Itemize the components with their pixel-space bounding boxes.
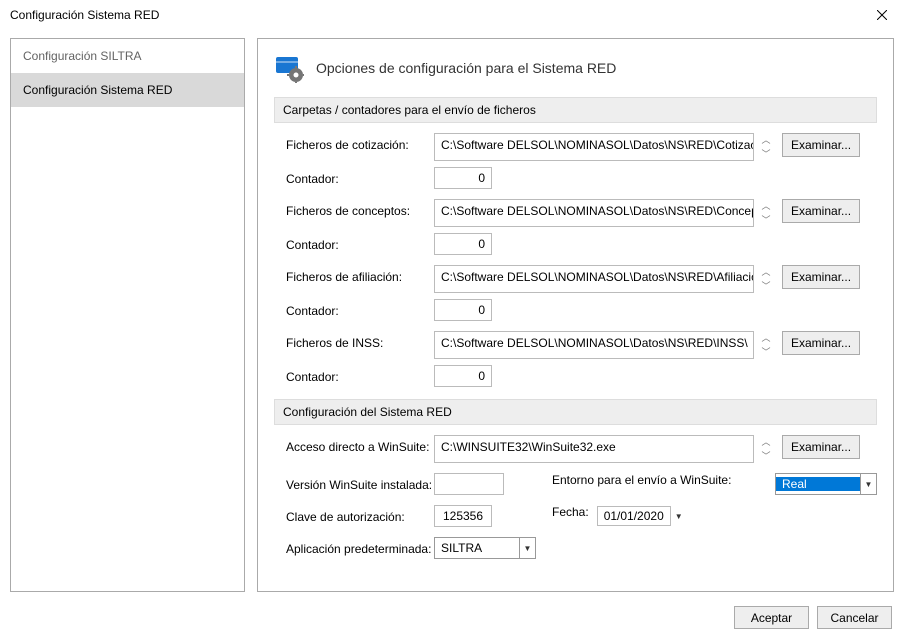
section-config: Configuración del Sistema RED <box>274 399 877 425</box>
combo-envio-value: Real <box>776 477 860 491</box>
label-app: Aplicación predeterminada: <box>274 537 434 556</box>
settings-folder-icon <box>274 53 304 83</box>
cancel-button[interactable]: Cancelar <box>817 606 892 629</box>
panel-header: Opciones de configuración para el Sistem… <box>274 53 877 97</box>
sidebar-item-label: Configuración SILTRA <box>23 49 142 63</box>
spin-up[interactable]: ︿ <box>758 133 774 147</box>
spin-up[interactable]: ︿ <box>758 435 774 449</box>
row-counter-con: Contador: <box>274 233 877 261</box>
row-version-env: Versión WinSuite instalada: Entorno para… <box>274 473 877 501</box>
section-folders: Carpetas / contadores para el envío de f… <box>274 97 877 123</box>
spinner-winsuite: ︿ ﹀ <box>758 435 774 463</box>
input-conceptos-path[interactable]: C:\Software DELSOL\NOMINASOL\Datos\NS\RE… <box>434 199 754 227</box>
dialog-footer: Aceptar Cancelar <box>0 596 904 639</box>
row-conceptos: Ficheros de conceptos: C:\Software DELSO… <box>274 199 877 227</box>
label-fecha: Fecha: <box>492 505 597 519</box>
label-winsuite: Acceso directo a WinSuite: <box>274 435 434 454</box>
sidebar-item-sistema-red[interactable]: Configuración Sistema RED <box>11 73 244 107</box>
label-counter: Contador: <box>274 233 434 252</box>
spin-down[interactable]: ﹀ <box>758 147 774 161</box>
browse-cotizacion-button[interactable]: Examinar... <box>782 133 860 157</box>
close-icon <box>877 10 887 20</box>
spin-up[interactable]: ︿ <box>758 265 774 279</box>
spinner-cotizacion: ︿ ﹀ <box>758 133 774 161</box>
label-envio: Entorno para el envío a WinSuite: <box>504 473 739 487</box>
row-counter-inss: Contador: <box>274 365 877 393</box>
input-counter-inss[interactable] <box>434 365 492 387</box>
input-version[interactable] <box>434 473 504 495</box>
label-clave: Clave de autorización: <box>274 505 434 524</box>
chevron-down-icon: ▼ <box>860 474 876 494</box>
spinner-afiliacion: ︿ ﹀ <box>758 265 774 293</box>
input-afiliacion-path[interactable]: C:\Software DELSOL\NOMINASOL\Datos\NS\RE… <box>434 265 754 293</box>
input-inss-path[interactable]: C:\Software DELSOL\NOMINASOL\Datos\NS\RE… <box>434 331 754 359</box>
main-panel: Opciones de configuración para el Sistem… <box>257 38 894 592</box>
label-afiliacion: Ficheros de afiliación: <box>274 265 434 284</box>
content-area: Configuración SILTRA Configuración Siste… <box>0 30 904 596</box>
title-bar: Configuración Sistema RED <box>0 0 904 30</box>
spinner-conceptos: ︿ ﹀ <box>758 199 774 227</box>
input-winsuite-path[interactable]: C:\WINSUITE32\WinSuite32.exe <box>434 435 754 463</box>
input-counter-cot[interactable] <box>434 167 492 189</box>
sidebar: Configuración SILTRA Configuración Siste… <box>10 38 245 592</box>
spin-down[interactable]: ﹀ <box>758 449 774 463</box>
label-counter: Contador: <box>274 167 434 186</box>
label-conceptos: Ficheros de conceptos: <box>274 199 434 218</box>
combo-envio[interactable]: Real ▼ <box>775 473 877 495</box>
input-clave[interactable] <box>434 505 492 527</box>
row-inss: Ficheros de INSS: C:\Software DELSOL\NOM… <box>274 331 877 359</box>
browse-afiliacion-button[interactable]: Examinar... <box>782 265 860 289</box>
sidebar-item-siltra[interactable]: Configuración SILTRA <box>11 39 244 73</box>
combo-app[interactable]: SILTRA ▼ <box>434 537 536 559</box>
chevron-down-icon: ▼ <box>671 505 687 527</box>
combo-fecha-value: 01/01/2020 <box>597 506 671 526</box>
combo-fecha[interactable]: 01/01/2020 ▼ <box>597 505 687 527</box>
input-counter-con[interactable] <box>434 233 492 255</box>
label-version: Versión WinSuite instalada: <box>274 473 434 492</box>
browse-inss-button[interactable]: Examinar... <box>782 331 860 355</box>
row-cotizacion: Ficheros de cotización: C:\Software DELS… <box>274 133 877 161</box>
label-counter: Contador: <box>274 299 434 318</box>
browse-winsuite-button[interactable]: Examinar... <box>782 435 860 459</box>
row-app: Aplicación predeterminada: SILTRA ▼ <box>274 537 877 565</box>
spin-down[interactable]: ﹀ <box>758 279 774 293</box>
window-title: Configuración Sistema RED <box>10 8 159 22</box>
spin-up[interactable]: ︿ <box>758 199 774 213</box>
label-cotizacion: Ficheros de cotización: <box>274 133 434 152</box>
row-counter-afi: Contador: <box>274 299 877 327</box>
spin-down[interactable]: ﹀ <box>758 213 774 227</box>
spinner-inss: ︿ ﹀ <box>758 331 774 359</box>
chevron-down-icon: ▼ <box>519 538 535 558</box>
sidebar-item-label: Configuración Sistema RED <box>23 83 172 97</box>
accept-button[interactable]: Aceptar <box>734 606 809 629</box>
row-afiliacion: Ficheros de afiliación: C:\Software DELS… <box>274 265 877 293</box>
row-clave-fecha: Clave de autorización: Fecha: 01/01/2020… <box>274 505 877 533</box>
spin-down[interactable]: ﹀ <box>758 345 774 359</box>
row-winsuite: Acceso directo a WinSuite: C:\WINSUITE32… <box>274 435 877 463</box>
input-counter-afi[interactable] <box>434 299 492 321</box>
input-cotizacion-path[interactable]: C:\Software DELSOL\NOMINASOL\Datos\NS\RE… <box>434 133 754 161</box>
panel-title: Opciones de configuración para el Sistem… <box>316 60 616 76</box>
close-button[interactable] <box>859 0 904 30</box>
browse-conceptos-button[interactable]: Examinar... <box>782 199 860 223</box>
label-inss: Ficheros de INSS: <box>274 331 434 350</box>
label-counter: Contador: <box>274 365 434 384</box>
spin-up[interactable]: ︿ <box>758 331 774 345</box>
row-counter-cot: Contador: <box>274 167 877 195</box>
combo-app-value: SILTRA <box>435 541 519 555</box>
